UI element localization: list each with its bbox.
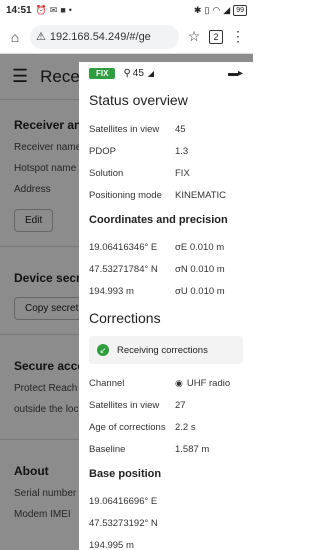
coordinate-row: 194.993 m σU 0.010 m — [89, 280, 243, 302]
row-value: 1.3 — [175, 145, 189, 157]
system-icons: ✱ ▯ ◠ ◢ 99 — [193, 4, 247, 16]
radio-icon: ◉ — [175, 377, 183, 388]
row-value: FIX — [175, 167, 190, 179]
coordinate-row: 19.06416346° E σE 0.010 m — [89, 236, 243, 258]
status-panel: FIX ⚲ 45 ◢ ▬▸ Status overview Satellites… — [79, 62, 253, 550]
row-value: 27 — [175, 399, 186, 411]
vibrate-icon: ▯ — [204, 4, 210, 15]
row-value: 2.2 s — [175, 421, 196, 433]
base-position-value: 194.995 m — [89, 539, 134, 550]
tab-switcher-button[interactable]: 2 — [209, 29, 223, 44]
corrections-title: Corrections — [89, 310, 161, 326]
url-text: 192.168.54.249/#/ge — [49, 30, 151, 43]
corrections-status-text: Receiving corrections — [117, 344, 208, 356]
battery-icon: ▬▸ — [227, 67, 243, 79]
row-label: Baseline — [89, 443, 126, 455]
row-label: Satellites in view — [89, 399, 160, 411]
corrections-status-box: ↙ Receiving corrections — [89, 336, 243, 364]
row-label: Channel — [89, 377, 125, 389]
status-row: Solution FIX — [89, 162, 243, 184]
row-label: Solution — [89, 167, 124, 179]
more-menu-icon[interactable]: ⋮ — [227, 28, 249, 45]
app-icon: ■ — [60, 4, 66, 15]
status-overview-title: Status overview — [89, 92, 188, 108]
address-bar[interactable]: ⚠ 192.168.54.249/#/ge — [30, 24, 179, 49]
battery-icon: 99 — [233, 4, 247, 16]
status-strip: FIX ⚲ 45 ◢ ▬▸ — [89, 62, 243, 84]
satellite-count: ⚲ 45 — [123, 68, 143, 79]
signal-strength-icon: ◢ — [147, 68, 155, 78]
android-status-bar: 14:51 ⏰ ✉ ■ • ✱ ▯ ◠ ◢ 99 — [0, 0, 253, 20]
coordinates-title: Coordinates and precision — [89, 214, 228, 226]
row-label: Satellites in view — [89, 123, 160, 135]
row-value: 1.587 m — [175, 443, 210, 455]
home-icon[interactable]: ⌂ — [4, 29, 26, 45]
status-row: PDOP 1.3 — [89, 140, 243, 162]
corrections-row: Baseline 1.587 m — [89, 438, 243, 460]
precision-value: σN 0.010 m — [175, 263, 225, 275]
status-row: Positioning mode KINEMATIC — [89, 184, 243, 206]
row-label: Positioning mode — [89, 189, 162, 201]
bookmark-star-icon[interactable]: ☆ — [183, 28, 205, 45]
base-position-value: 19.06416696° E — [89, 495, 158, 507]
coordinate-value: 47.53271784° N — [89, 263, 158, 275]
corrections-row: Satellites in view 27 — [89, 394, 243, 416]
corrections-row: Channel ◉ UHF radio — [89, 372, 243, 394]
status-row: Satellites in view 45 — [89, 118, 243, 140]
status-time: 14:51 — [6, 4, 32, 16]
precision-value: σE 0.010 m — [175, 241, 225, 253]
base-position-value: 47.53273192° N — [89, 517, 158, 529]
chat-icon: ✉ — [49, 4, 58, 15]
satellite-icon: ⚲ — [123, 67, 131, 79]
row-value: 45 — [175, 123, 186, 135]
fix-badge: FIX — [89, 67, 116, 79]
row-value: KINEMATIC — [175, 189, 227, 201]
arrow-down-left-icon: ↙ — [97, 344, 109, 356]
bluetooth-icon: ✱ — [193, 4, 202, 15]
wifi-icon: ◠ — [212, 4, 221, 15]
coordinate-row: 47.53271784° N σN 0.010 m — [89, 258, 243, 280]
row-value: UHF radio — [186, 377, 231, 389]
browser-toolbar: ⌂ ⚠ 192.168.54.249/#/ge ☆ 2 ⋮ — [0, 20, 253, 54]
warning-icon[interactable]: ⚠ — [36, 30, 46, 43]
row-label: Age of corrections — [89, 421, 166, 433]
base-position-title: Base position — [89, 468, 162, 480]
precision-value: σU 0.010 m — [175, 285, 225, 297]
notification-icons: ⏰ ✉ ■ • — [36, 5, 72, 16]
row-value-container: ◉ UHF radio — [175, 378, 243, 389]
alarm-off-icon: ⏰ — [35, 4, 47, 15]
coordinate-value: 19.06416346° E — [89, 241, 158, 253]
satellite-count-value: 45 — [132, 67, 144, 79]
signal-icon: ◢ — [223, 4, 231, 15]
dot-icon: • — [68, 4, 72, 15]
coordinate-value: 194.993 m — [89, 285, 134, 297]
corrections-row: Age of corrections 2.2 s — [89, 416, 243, 438]
row-label: PDOP — [89, 145, 116, 157]
